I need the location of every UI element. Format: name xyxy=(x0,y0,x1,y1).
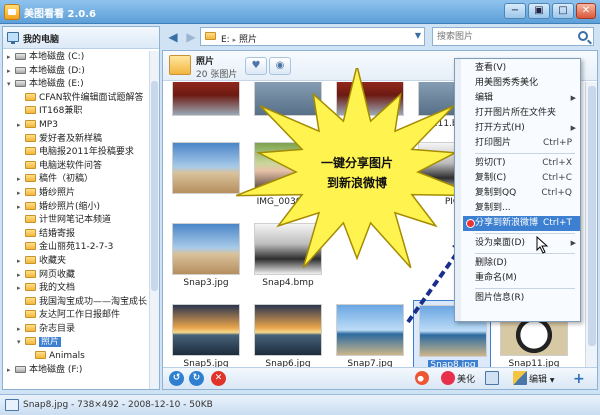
menu-item[interactable]: 图片信息(R) xyxy=(463,291,580,306)
menu-item[interactable]: 打开方式(H) ▶ xyxy=(463,121,580,136)
menu-item-label: 打印图片 xyxy=(475,138,512,148)
menu-item-label: 重命名(M) xyxy=(475,273,517,283)
menu-item[interactable]: 打开图片所在文件夹 xyxy=(463,106,580,121)
weibo-icon xyxy=(466,219,475,228)
mouse-cursor-icon xyxy=(536,236,549,254)
menu-item-label: 复制到... xyxy=(475,203,511,213)
menu-item-label: 查看(V) xyxy=(475,63,507,73)
menu-item-shortcut: Ctrl+X xyxy=(542,158,572,168)
menu-separator xyxy=(475,233,575,234)
menu-item-shortcut: Ctrl+T xyxy=(542,218,572,228)
menu-item-label: 编辑 xyxy=(475,93,494,103)
menu-item-shortcut: Ctrl+P xyxy=(543,138,572,148)
menu-separator xyxy=(475,288,575,289)
menu-item[interactable]: 打印图片 Ctrl+P xyxy=(463,136,580,151)
chevron-right-icon: ▶ xyxy=(570,94,576,102)
menu-item-label: 复制到QQ xyxy=(475,188,517,198)
menu-separator xyxy=(475,153,575,154)
menu-separator xyxy=(475,253,575,254)
menu-item[interactable]: 编辑 ▶ xyxy=(463,91,580,106)
menu-item[interactable]: 复制到... xyxy=(463,201,580,216)
menu-item-shortcut: Ctrl+Q xyxy=(541,188,572,198)
context-menu-icon-strip xyxy=(455,59,461,321)
menu-item-label: 分享到新浪微博 xyxy=(475,218,539,228)
status-bar: Snap8.jpg - 738×492 - 2008-12-10 - 50KB xyxy=(0,394,600,415)
menu-item-shortcut: Ctrl+C xyxy=(542,173,572,183)
context-menu: 查看(V) 用美图秀秀美化 编辑 ▶ 打开图片所在文件夹 打开方式(H) ▶ 打印图片 Ctrl… xyxy=(454,58,581,322)
menu-item-label: 设为桌面(D) xyxy=(475,238,525,248)
chevron-right-icon: ▶ xyxy=(570,239,576,247)
menu-item[interactable]: 复制到QQ Ctrl+Q xyxy=(463,186,580,201)
menu-item[interactable]: 用美图秀秀美化 xyxy=(463,76,580,91)
menu-item-label: 打开图片所在文件夹 xyxy=(475,108,557,118)
menu-item-label: 复制(C) xyxy=(475,173,507,183)
status-text: Snap8.jpg - 738×492 - 2008-12-10 - 50KB xyxy=(23,400,213,410)
menu-item[interactable]: 查看(V) xyxy=(463,61,580,76)
menu-item[interactable]: 复制(C) Ctrl+C xyxy=(463,171,580,186)
menu-item-label: 打开方式(H) xyxy=(475,123,525,133)
chevron-right-icon: ▶ xyxy=(570,124,576,132)
menu-item[interactable]: 删除(D) xyxy=(463,256,580,271)
menu-item[interactable]: 重命名(M) xyxy=(463,271,580,286)
menu-item-label: 图片信息(R) xyxy=(475,293,525,303)
menu-item-label: 删除(D) xyxy=(475,258,507,268)
menu-item-label: 用美图秀秀美化 xyxy=(475,78,539,88)
menu-item[interactable]: 分享到新浪微博 Ctrl+T xyxy=(463,216,580,231)
image-icon xyxy=(5,399,19,411)
menu-item-label: 剪切(T) xyxy=(475,158,506,168)
menu-item[interactable]: 剪切(T) Ctrl+X xyxy=(463,156,580,171)
menu-item[interactable]: 设为桌面(D) ▶ xyxy=(463,236,580,251)
